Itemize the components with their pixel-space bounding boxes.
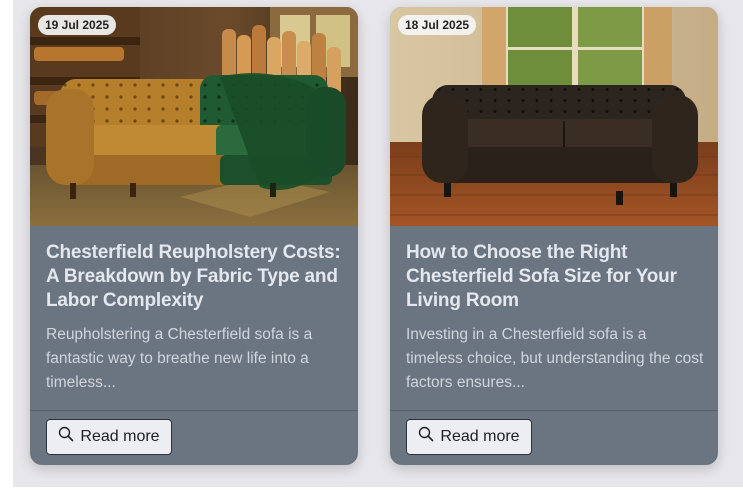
read-more-label: Read more <box>440 428 520 445</box>
card-divider <box>30 410 358 411</box>
search-icon <box>58 426 74 442</box>
blog-page: 19 Jul 2025 Chesterfield Reupholstery Co… <box>0 0 743 500</box>
search-icon <box>418 426 434 442</box>
article-excerpt: Investing in a Chesterfield sofa is a ti… <box>406 326 704 391</box>
article-card[interactable]: 19 Jul 2025 Chesterfield Reupholstery Co… <box>30 7 358 465</box>
read-more-button[interactable]: Read more <box>46 419 172 455</box>
article-body: How to Choose the Right Chesterfield Sof… <box>406 241 706 395</box>
article-body: Chesterfield Reupholstery Costs: A Break… <box>46 241 346 395</box>
read-more-label: Read more <box>80 428 160 445</box>
article-excerpt: Reupholstering a Chesterfield sofa is a … <box>46 326 313 391</box>
sofa-photo-icon <box>30 7 358 226</box>
article-title[interactable]: How to Choose the Right Chesterfield Sof… <box>406 241 706 313</box>
read-more-button[interactable]: Read more <box>406 419 532 455</box>
article-title[interactable]: Chesterfield Reupholstery Costs: A Break… <box>46 241 346 313</box>
date-badge: 18 Jul 2025 <box>398 15 477 35</box>
date-badge: 19 Jul 2025 <box>38 15 117 35</box>
sofa-photo-icon <box>390 7 718 226</box>
card-divider <box>390 410 718 411</box>
article-thumbnail[interactable]: 19 Jul 2025 <box>30 7 358 226</box>
article-thumbnail[interactable]: 18 Jul 2025 <box>390 7 718 226</box>
article-card[interactable]: 18 Jul 2025 How to Choose the Right Ches… <box>390 7 718 465</box>
